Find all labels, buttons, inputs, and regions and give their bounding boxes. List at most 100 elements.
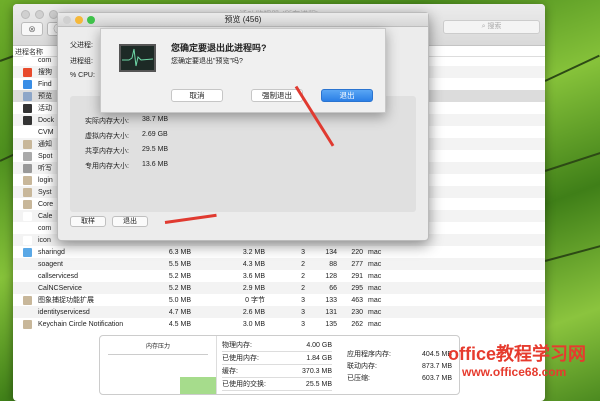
process-comp: 0 字节 <box>245 297 265 304</box>
cpu-label: % CPU: <box>70 72 95 79</box>
process-name: Spot <box>38 152 53 160</box>
process-comp: 4.3 MB <box>242 260 265 268</box>
process-mem: 5.2 MB <box>168 284 191 292</box>
process-icon <box>23 139 32 149</box>
process-mem: 4.7 MB <box>168 308 191 316</box>
inspector-title: 预览 (456) <box>224 15 262 24</box>
process-mem: 5.5 MB <box>168 260 191 268</box>
process-row[interactable]: soagent 5.5 MB 4.3 MB 2 88 277 mac <box>13 258 545 270</box>
close-button[interactable] <box>63 16 71 24</box>
process-icon <box>23 67 32 77</box>
process-user: mac <box>368 260 382 268</box>
dialog-title: 您确定要退出此进程吗? <box>171 43 267 53</box>
process-icon <box>23 284 32 293</box>
process-row[interactable]: Keychain Circle Notification 4.5 MB 3.0 MB… <box>13 318 545 330</box>
process-icon <box>23 187 32 197</box>
process-name: callservicesd <box>38 272 79 280</box>
process-threads: 2 <box>301 272 305 280</box>
process-name: Dock <box>38 116 54 124</box>
process-user: mac <box>368 320 382 328</box>
watermark: office教程学习网 <box>448 344 587 364</box>
process-row[interactable]: sharingd 6.3 MB 3.2 MB 3 134 220 mac <box>13 246 545 258</box>
process-icon <box>23 55 32 65</box>
zoom-button[interactable] <box>87 16 95 24</box>
process-name: 活动 <box>38 105 52 112</box>
process-icon <box>23 79 32 89</box>
memory-detail-row: 共享内存大小: 29.5 MB <box>85 146 169 155</box>
process-row[interactable]: callservicesd 5.2 MB 3.6 MB 2 128 291 mac <box>13 270 545 282</box>
process-icon <box>23 211 32 221</box>
process-icon <box>23 127 32 137</box>
process-icon <box>23 91 32 101</box>
process-icon <box>23 199 32 209</box>
cancel-button[interactable]: 取消 <box>171 89 223 102</box>
process-user: mac <box>368 248 382 256</box>
process-threads: 3 <box>301 296 305 304</box>
quit-button[interactable]: 退出 <box>321 89 373 102</box>
process-row[interactable]: CalNCService 5.2 MB 2.9 MB 2 66 295 mac <box>13 282 545 294</box>
process-name: Syst <box>38 188 52 196</box>
search-input[interactable]: ⌕ 搜索 <box>443 20 540 34</box>
minimize-button[interactable] <box>75 16 83 24</box>
process-row[interactable]: 图象捕捉功能扩展 5.0 MB 0 字节 3 133 463 mac <box>13 294 545 306</box>
process-comp: 3.0 MB <box>242 320 265 328</box>
process-icon <box>23 247 32 257</box>
process-ports: 128 <box>325 272 337 280</box>
process-name: soagent <box>38 260 63 268</box>
memory-details-panel: 实际内存大小: 38.7 MB 虚拟内存大小: 2.69 GB 共享内存大小: 29.5 … <box>70 96 416 212</box>
memory-stat-row: 已压缩: 603.7 MB <box>347 374 452 383</box>
process-mem: 5.2 MB <box>168 272 191 280</box>
memory-stat-row: 联动内存: 873.7 MB <box>347 362 452 371</box>
process-name: 图象捕捉功能扩展 <box>38 297 94 304</box>
process-icon <box>23 319 32 329</box>
process-threads: 3 <box>301 308 305 316</box>
process-row[interactable]: identityservicesd 4.7 MB 2.6 MB 3 131 230 mac <box>13 306 545 318</box>
process-name: 通知 <box>38 141 52 148</box>
process-icon <box>23 235 32 245</box>
process-icon <box>23 260 32 269</box>
process-icon <box>23 115 32 125</box>
stop-process-button[interactable]: ⊗ <box>21 22 43 36</box>
memory-stat-row: 物理内存: 4.00 GB <box>222 339 332 352</box>
quit-button[interactable]: 退出 <box>112 216 148 227</box>
quit-confirm-dialog: 您确定要退出此进程吗? 您确定要退出"预览"吗? 取消 强制退出 退出 <box>100 28 386 113</box>
app-memory-stats: 应用程序内存: 404.5 MB 联动内存: 873.7 MB 已压缩: 603.7 MB <box>347 348 452 384</box>
memory-detail-row: 专用内存大小: 13.6 MB <box>85 161 169 170</box>
process-threads: 3 <box>301 320 305 328</box>
memory-stat-row: 缓存: 370.3 MB <box>222 365 332 378</box>
process-pid: 291 <box>351 272 363 280</box>
process-comp: 3.2 MB <box>242 248 265 256</box>
process-group-label: 进程组: <box>70 58 93 65</box>
process-ports: 134 <box>325 248 337 256</box>
process-icon <box>23 163 32 173</box>
process-pid: 463 <box>351 296 363 304</box>
process-ports: 133 <box>325 296 337 304</box>
memory-stat-row: 应用程序内存: 404.5 MB <box>347 350 452 359</box>
process-mem: 6.3 MB <box>168 248 191 256</box>
memory-pressure-graph: 内存压力 <box>100 336 217 394</box>
process-ports: 135 <box>325 320 337 328</box>
memory-stat-row: 已使用内存: 1.84 GB <box>222 352 332 365</box>
process-user: mac <box>368 284 382 292</box>
process-icon <box>23 151 32 161</box>
parent-process-label: 父进程: <box>70 42 93 49</box>
process-name: sharingd <box>38 248 65 256</box>
force-quit-button[interactable]: 强制退出 <box>251 89 303 102</box>
process-pid: 277 <box>351 260 363 268</box>
process-user: mac <box>368 308 382 316</box>
process-name: Find <box>38 80 52 88</box>
process-name: Keychain Circle Notification <box>38 320 124 328</box>
process-ports: 131 <box>325 308 337 316</box>
process-pid: 295 <box>351 284 363 292</box>
memory-stat-row: 已使用的交换: 25.5 MB <box>222 378 332 391</box>
process-name: 听写 <box>38 165 52 172</box>
dialog-message: 您确定要退出"预览"吗? <box>171 58 243 65</box>
process-icon <box>23 103 32 113</box>
process-comp: 2.9 MB <box>242 284 265 292</box>
process-name: login <box>38 176 53 184</box>
process-name: identityservicesd <box>38 308 90 316</box>
sample-button[interactable]: 取样 <box>70 216 106 227</box>
process-user: mac <box>368 272 382 280</box>
memory-summary-panel: 内存压力 物理内存: 4.00 GB 已使用内存: 1.84 GB 缓存: 370.3 M… <box>99 335 460 395</box>
watermark-url: www.office68.com <box>462 365 567 379</box>
